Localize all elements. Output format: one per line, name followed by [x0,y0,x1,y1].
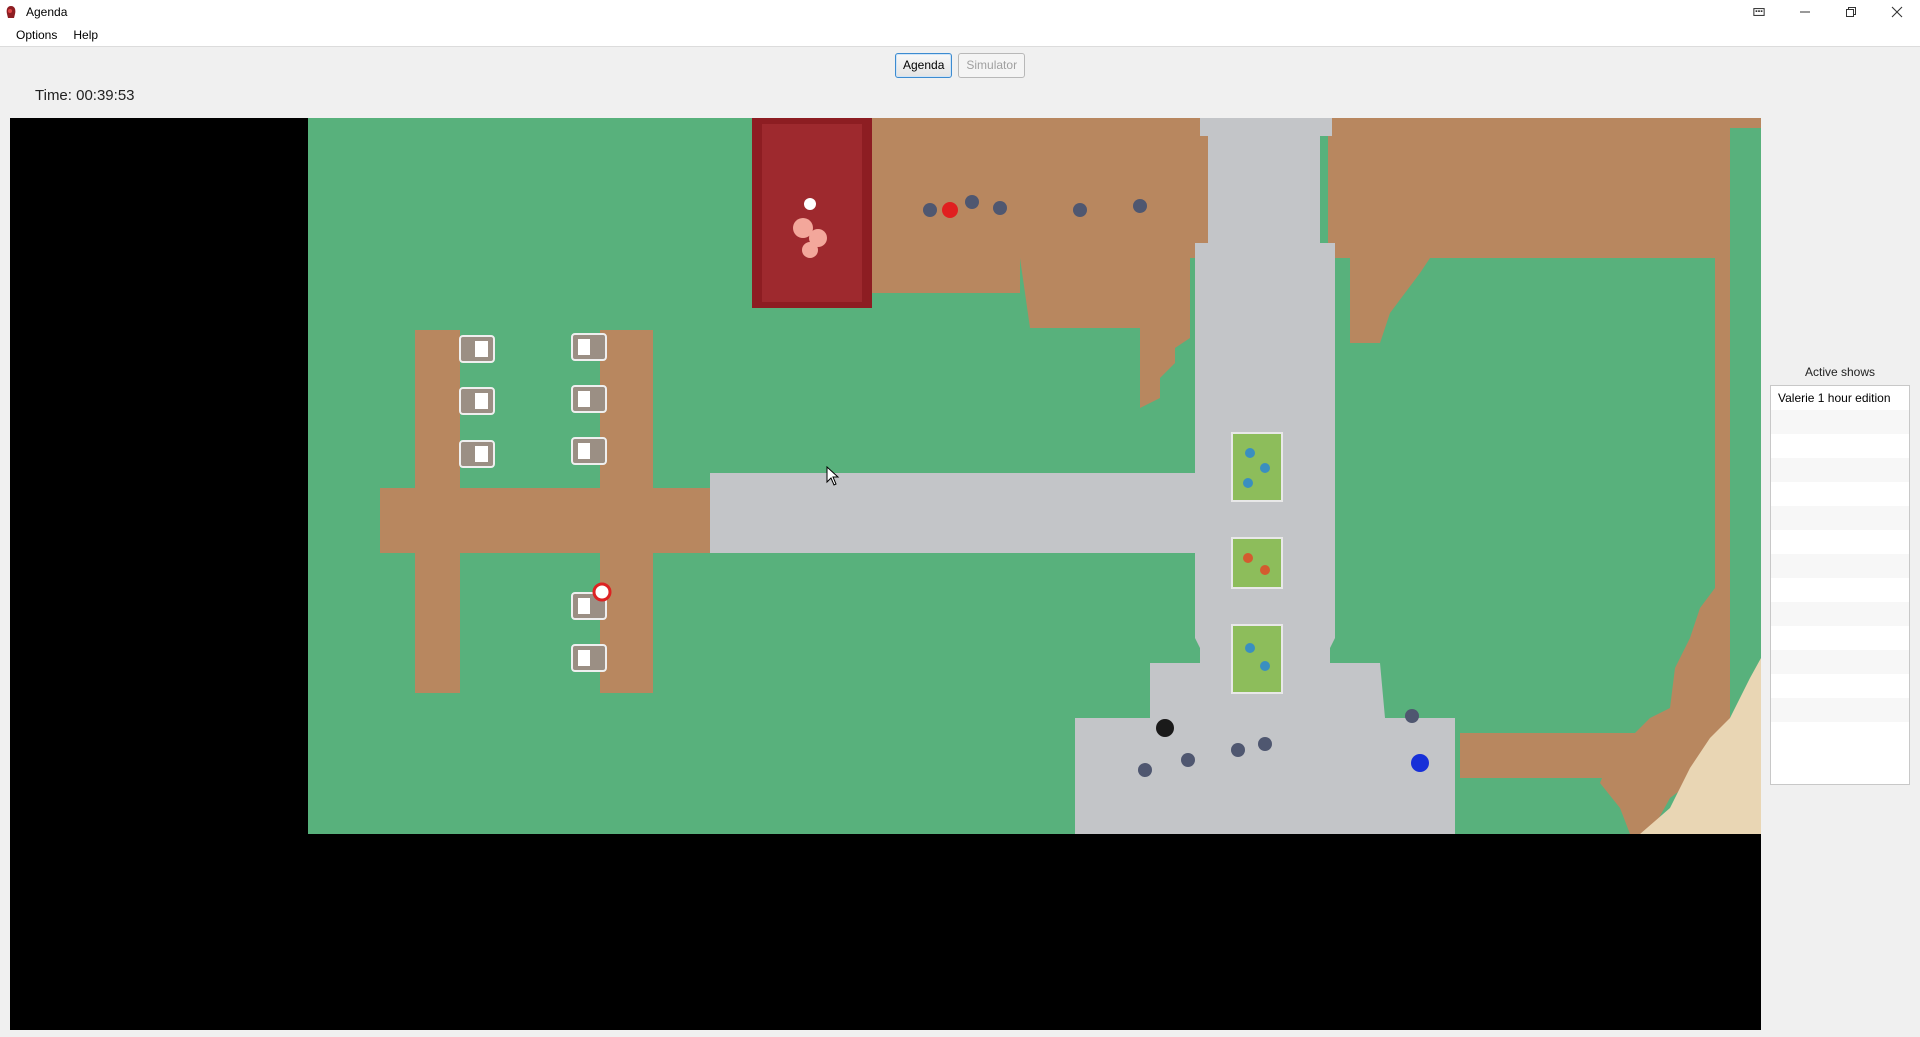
festival-map[interactable] [10,118,1761,1030]
dirt-path-right-branch [1460,733,1635,778]
flower-bed-2 [1231,537,1283,589]
active-shows-list[interactable]: Valerie 1 hour edition [1770,385,1910,785]
window-controls [1736,0,1920,23]
active-shows-title: Active shows [1804,365,1876,379]
stage-light [804,198,816,210]
close-button[interactable] [1874,0,1920,23]
restore-button[interactable] [1828,0,1874,23]
list-item[interactable] [1771,626,1909,650]
list-item[interactable] [1771,602,1909,626]
flower-bed-1 [1231,432,1283,502]
list-item[interactable] [1771,650,1909,674]
window-title: Agenda [26,4,68,19]
close-icon [1891,6,1903,17]
tab-simulator[interactable]: Simulator [958,53,1026,78]
stone-path-horizontal [710,473,1200,553]
list-item[interactable] [1771,674,1909,698]
minimize-button[interactable] [1782,0,1828,23]
list-item[interactable] [1771,482,1909,506]
agent-blue [1411,754,1429,772]
list-item[interactable] [1771,506,1909,530]
view-tabs: Agenda Simulator [895,53,1026,78]
list-item[interactable] [1771,410,1909,434]
mouse-pointer-icon [826,466,840,486]
agent-white-red [592,582,612,602]
map-viewport[interactable] [10,118,1761,1030]
menu-help[interactable]: Help [65,25,106,45]
restore-icon [1846,6,1856,17]
list-item[interactable] [1771,458,1909,482]
app-logo-icon [6,5,16,18]
list-item[interactable] [1771,434,1909,458]
list-item[interactable]: Valerie 1 hour edition [1771,386,1909,410]
minimize-icon [1800,11,1810,12]
keyboard-icon [1753,7,1765,16]
agent-black [1156,719,1174,737]
tab-agenda[interactable]: Agenda [895,53,953,78]
simulation-time: Time: 00:39:53 [35,87,135,104]
title-bar: Agenda [0,0,1920,23]
list-item[interactable] [1771,554,1909,578]
flower-bed-3 [1231,624,1283,694]
menu-bar: Options Help [0,23,1920,47]
list-item[interactable] [1771,530,1909,554]
keyboard-mode-button[interactable] [1736,0,1782,23]
list-item[interactable] [1771,578,1909,602]
menu-options[interactable]: Options [8,25,65,45]
list-item[interactable] [1771,698,1909,722]
agent-red [942,202,958,218]
